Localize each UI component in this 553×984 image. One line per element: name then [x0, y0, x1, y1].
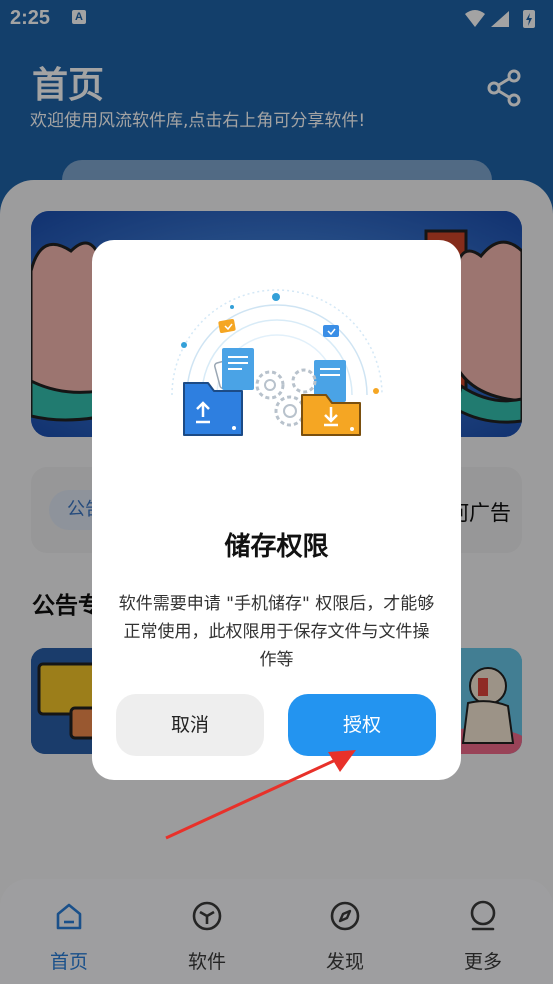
dialog-message: 软件需要申请 "手机储存" 权限后，才能够正常使用，此权限用于保存文件与文件操作… — [118, 594, 435, 670]
storage-illustration-icon — [171, 289, 383, 436]
annotation-arrow-icon — [165, 750, 356, 840]
permission-dialog: 储存权限 软件需要申请 "手机储存" 权限后，才能够正常使用，此权限用于保存文件… — [92, 240, 461, 780]
dialog-title: 储存权限 — [224, 532, 329, 562]
